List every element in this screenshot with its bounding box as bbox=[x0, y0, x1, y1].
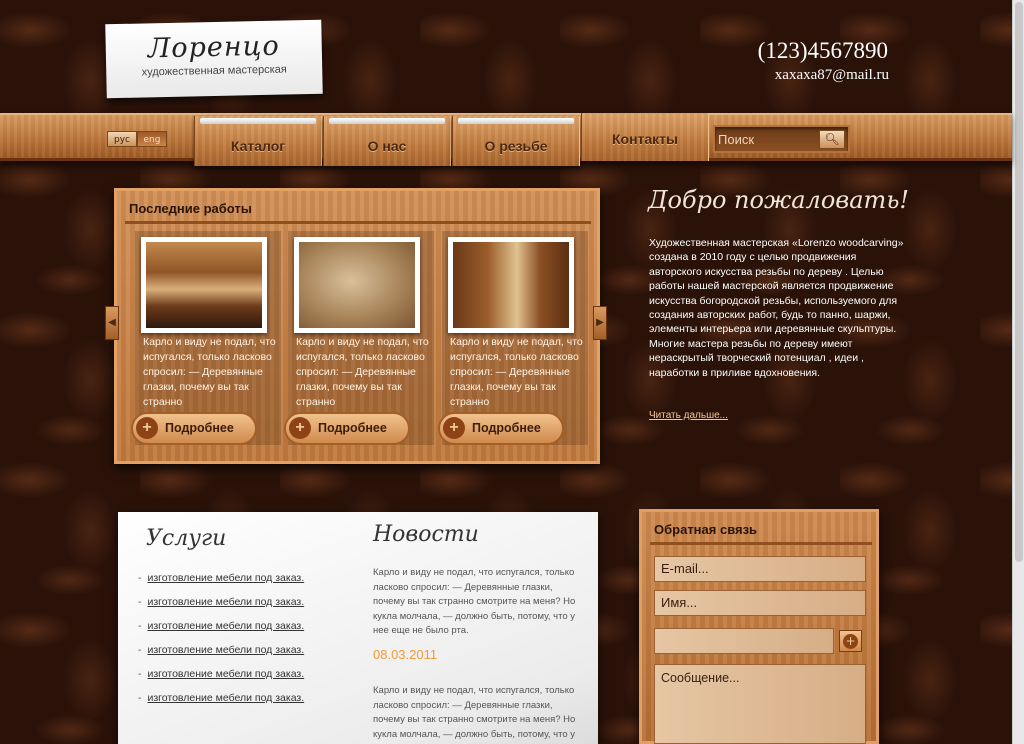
work-description: Карло и виду не подал, что испугался, то… bbox=[296, 336, 429, 407]
email-address: xaxaxa87@mail.ru bbox=[774, 67, 889, 83]
nav-item-about[interactable]: О нас bbox=[323, 116, 451, 166]
latest-works-title: Последние работы bbox=[129, 201, 252, 216]
plus-icon: + bbox=[443, 417, 465, 439]
services-list-item: - изготовление мебели под заказ. bbox=[138, 620, 305, 632]
nav-item-label: О резьбе bbox=[484, 138, 548, 154]
services-list-item: - изготовление мебели под заказ. bbox=[138, 596, 305, 608]
more-button-label: Подробнее bbox=[318, 421, 387, 435]
nav-tab-strip bbox=[200, 118, 316, 124]
search-box: 🔍︎ bbox=[713, 125, 850, 153]
feedback-title: Обратная связь bbox=[654, 522, 758, 537]
panel-divider bbox=[125, 221, 591, 224]
page-scrollbar[interactable] bbox=[1012, 0, 1024, 744]
nav-item-carving[interactable]: О резьбе bbox=[452, 116, 580, 166]
service-link[interactable]: изготовление мебели под заказ. bbox=[148, 692, 305, 704]
news-text: Карло и виду не подал, что испугался, то… bbox=[373, 685, 576, 744]
more-button[interactable]: + Подробнее bbox=[284, 412, 410, 445]
welcome-title: Добро пожаловать! bbox=[648, 186, 910, 214]
scrollbar-thumb[interactable] bbox=[1015, 2, 1023, 562]
work-photo[interactable] bbox=[294, 237, 420, 333]
work-card: Карло и виду не подал, что испугался, то… bbox=[131, 231, 281, 445]
work-card: Карло и виду не подал, что испугался, то… bbox=[284, 231, 434, 445]
services-list: - изготовление мебели под заказ. - изготов… bbox=[138, 572, 304, 716]
email-field[interactable]: E-mail... bbox=[654, 556, 866, 582]
work-description: Карло и виду не подал, что испугался, то… bbox=[143, 336, 276, 407]
work-description: Карло и виду не подал, что испугался, то… bbox=[450, 336, 583, 407]
arrow-right-icon: ▶ bbox=[596, 317, 604, 328]
news-list: Карло и виду не подал, что испугался, то… bbox=[373, 566, 578, 744]
feedback-panel: Обратная связь E-mail... Имя... + Сообще… bbox=[639, 509, 879, 744]
more-button[interactable]: + Подробнее bbox=[438, 412, 564, 445]
nav-item-label: Контакты bbox=[611, 131, 678, 147]
service-link[interactable]: изготовление мебели под заказ. bbox=[148, 620, 305, 632]
phone-number: (123)4567890 bbox=[757, 38, 888, 63]
logo-subtitle: художественная мастерская bbox=[141, 63, 287, 79]
news-title: Новости bbox=[373, 522, 479, 547]
nav-tab-strip bbox=[458, 118, 574, 124]
search-button[interactable]: 🔍︎ bbox=[819, 130, 845, 149]
services-list-item: - изготовление мебели под заказ. bbox=[138, 668, 305, 680]
work-photo[interactable] bbox=[141, 237, 267, 333]
welcome-text: Художественная мастерская «Lorenzo woodc… bbox=[649, 237, 904, 379]
carousel-next-button[interactable]: ▶ bbox=[593, 306, 607, 340]
service-link[interactable]: изготовление мебели под заказ. bbox=[148, 644, 305, 656]
site-logo[interactable]: Лоренцо художественная мастерская bbox=[105, 19, 323, 99]
services-list-item: - изготовление мебели под заказ. bbox=[138, 692, 305, 704]
service-link[interactable]: изготовление мебели под заказ. bbox=[148, 668, 305, 680]
name-field[interactable]: Имя... bbox=[654, 590, 866, 616]
message-field[interactable]: Сообщение... bbox=[654, 664, 866, 744]
nav-tab-strip bbox=[329, 118, 445, 124]
lang-en-button[interactable]: eng bbox=[137, 131, 167, 147]
captcha-refresh-button[interactable]: + bbox=[839, 630, 862, 652]
news-date: 08.03.2011 bbox=[373, 646, 438, 662]
services-news-paper: Услуги - изготовление мебели под заказ. -… bbox=[118, 512, 598, 744]
captcha-field[interactable] bbox=[654, 628, 834, 654]
arrow-left-icon: ◀ bbox=[108, 317, 116, 328]
service-link[interactable]: изготовление мебели под заказ. bbox=[148, 596, 305, 608]
lang-ru-button[interactable]: рус bbox=[107, 131, 137, 147]
news-text: Карло и виду не подал, что испугался, то… bbox=[373, 567, 576, 636]
plus-icon: + bbox=[289, 417, 311, 439]
more-button[interactable]: + Подробнее bbox=[131, 412, 257, 445]
language-switcher: рус eng bbox=[107, 131, 167, 147]
panel-divider bbox=[650, 542, 872, 545]
logo-script: Лоренцо bbox=[147, 30, 281, 65]
nav-item-catalog[interactable]: Каталог bbox=[194, 116, 322, 166]
search-icon: 🔍︎ bbox=[824, 132, 840, 146]
nav-item-label: О нас bbox=[367, 138, 407, 154]
service-link[interactable]: изготовление мебели под заказ. bbox=[148, 572, 305, 584]
plus-icon: + bbox=[136, 417, 158, 439]
more-button-label: Подробнее bbox=[472, 421, 541, 435]
nav-item-contacts[interactable]: Контакты bbox=[581, 113, 709, 161]
work-photo[interactable] bbox=[448, 237, 574, 333]
services-title: Услуги bbox=[146, 526, 227, 551]
plus-icon: + bbox=[843, 634, 858, 649]
services-list-item: - изготовление мебели под заказ. bbox=[138, 572, 305, 584]
carousel-prev-button[interactable]: ◀ bbox=[105, 306, 119, 340]
read-more-link[interactable]: Читать дальше... bbox=[649, 410, 728, 421]
more-button-label: Подробнее bbox=[165, 421, 234, 435]
work-card: Карло и виду не подал, что испугался, то… bbox=[438, 231, 588, 445]
search-input[interactable] bbox=[718, 130, 818, 148]
nav-item-label: Каталог bbox=[230, 138, 286, 154]
services-list-item: - изготовление мебели под заказ. bbox=[138, 644, 305, 656]
